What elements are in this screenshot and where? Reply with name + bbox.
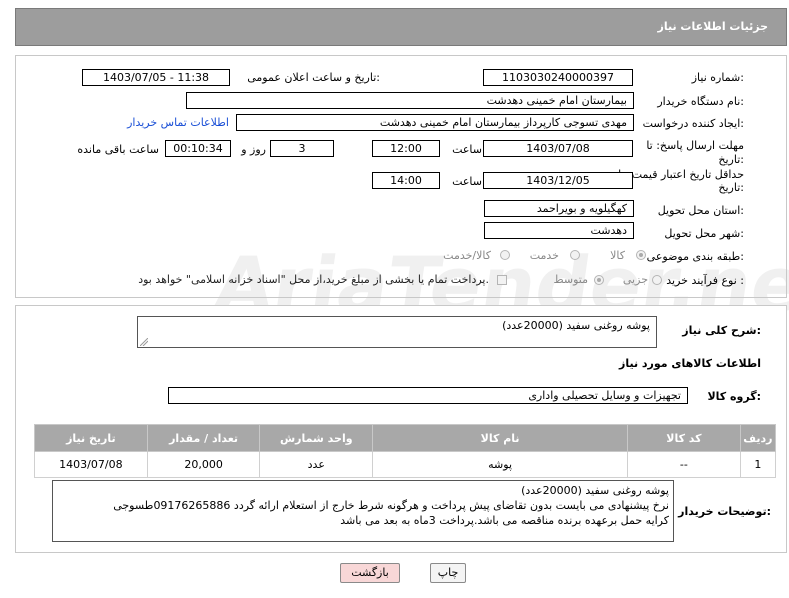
validity-label-date: تاریخ: [718, 181, 744, 194]
city-label: شهر محل تحویل: [664, 227, 744, 240]
cell-row: 1 [739, 451, 777, 478]
buyer-notes-field: پوشه روغنی سفید (20000عدد) نرخ پیشنهادی … [52, 480, 674, 542]
buyer-notes-line-3: کرایه حمل برعهده برنده مناقصه می باشد.پر… [340, 514, 669, 527]
cell-quantity: 20,000 [146, 451, 261, 478]
days-label: روز و [241, 143, 266, 156]
buyer-org-label: نام دستگاه خریدار: [657, 95, 744, 108]
city-field: دهدشت [484, 222, 634, 239]
remaining-time-field: 00:10:34 [165, 140, 231, 157]
province-field: کهگیلویه و بویراحمد [484, 200, 634, 217]
deadline-label-date: تاریخ: [718, 153, 744, 166]
cell-date: 1403/07/08 [34, 451, 148, 478]
category-radio-goods-service[interactable] [500, 250, 510, 260]
goods-info-title: اطلاعات کالاهای مورد نیاز [619, 357, 761, 370]
validity-time-field: 14:00 [372, 172, 440, 189]
category-option-service: خدمت [529, 249, 559, 262]
cell-unit: عدد [259, 451, 374, 478]
creator-field: مهدی تسوجی کارپرداز بیمارستان امام خمینی… [236, 114, 634, 131]
validity-time-label: ساعت [452, 175, 482, 188]
announce-datetime-label: تاریخ و ساعت اعلان عمومی: [247, 71, 380, 84]
col-name: نام کالا [372, 424, 629, 452]
deadline-time-label: ساعت [452, 143, 482, 156]
goods-table-header: ردیف کد کالا نام کالا واحد شمارش تعداد /… [34, 424, 777, 452]
buyer-notes-line-1: پوشه روغنی سفید (20000عدد) [521, 484, 669, 497]
process-option-medium: متوسط [553, 273, 588, 286]
general-desc-label: شرح کلی نیاز: [682, 324, 761, 337]
page-header: جزئیات اطلاعات نیاز [15, 8, 787, 46]
col-unit: واحد شمارش [259, 424, 374, 452]
col-row: ردیف [739, 424, 777, 452]
general-desc-field: پوشه روغنی سفید (20000عدد) [137, 316, 657, 348]
need-number-field: 1103030240000397 [483, 69, 633, 86]
deadline-time-field: 12:00 [372, 140, 440, 157]
validity-label: حداقل تاریخ اعتبار قیمت: تا [618, 168, 744, 181]
page-title: جزئیات اطلاعات نیاز [657, 20, 769, 33]
goods-group-label: گروه کالا: [707, 390, 761, 403]
deadline-label: مهلت ارسال پاسخ: تا [646, 139, 744, 152]
category-option-goods: کالا [610, 249, 625, 262]
process-option-minor: جزیی [622, 273, 648, 286]
col-code: کد کالا [627, 424, 741, 452]
back-button[interactable]: بازگشت [340, 563, 400, 583]
announce-datetime-field: 1403/07/05 - 11:38 [82, 69, 230, 86]
category-radio-service[interactable] [570, 250, 580, 260]
process-label: نوع فرآیند خرید : [666, 274, 744, 287]
deadline-date-field: 1403/07/08 [483, 140, 633, 157]
goods-group-field: تجهیزات و وسایل تحصیلی واداری [168, 387, 688, 404]
buyer-notes-label: توضیحات خریدار: [678, 505, 771, 518]
days-field: 3 [270, 140, 334, 157]
process-radio-medium[interactable] [594, 275, 604, 285]
category-radio-goods[interactable] [636, 250, 646, 260]
goods-table: ردیف کد کالا نام کالا واحد شمارش تعداد /… [34, 424, 777, 478]
category-label: طبقه بندی موضوعی: [646, 250, 744, 263]
buyer-notes-line-2: نرخ پیشنهادی می بایست بدون تقاضای پیش پر… [113, 499, 669, 512]
col-date: تاریخ نیاز [34, 424, 148, 452]
buyer-org-field: بیمارستان امام خمینی دهدشت [186, 92, 634, 109]
process-radio-minor[interactable] [652, 275, 662, 285]
print-button[interactable]: چاپ [430, 563, 466, 583]
remaining-time-label: ساعت باقی مانده [77, 143, 159, 156]
treasury-checkbox[interactable] [497, 275, 507, 285]
category-option-goods-service: کالا/خدمت [443, 249, 491, 262]
payment-note: پرداخت تمام یا بخشی از مبلغ خرید،از محل … [138, 273, 489, 286]
validity-date-field: 1403/12/05 [483, 172, 633, 189]
resize-handle-icon[interactable] [140, 338, 148, 346]
province-label: استان محل تحویل: [657, 204, 744, 217]
cell-name: پوشه [372, 451, 629, 478]
cell-code: -- [627, 451, 741, 478]
table-row: 1 -- پوشه عدد 20,000 1403/07/08 [34, 451, 777, 478]
need-number-label: شماره نیاز: [691, 71, 744, 84]
creator-label: ایجاد کننده درخواست: [642, 117, 744, 130]
col-quantity: تعداد / مقدار [146, 424, 261, 452]
buyer-contact-link[interactable]: اطلاعات تماس خریدار [127, 116, 229, 129]
